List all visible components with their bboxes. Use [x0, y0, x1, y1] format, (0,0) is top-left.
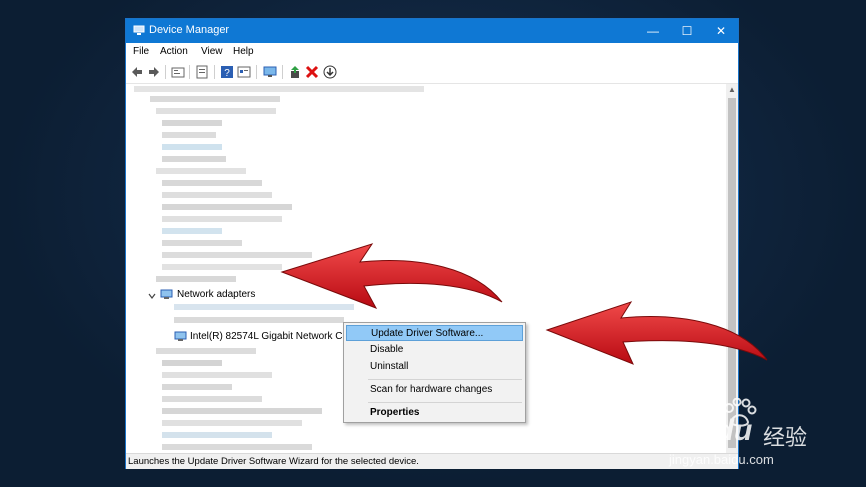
- blurred-tree-row: [134, 86, 424, 92]
- menu-file[interactable]: File: [133, 46, 149, 57]
- blurred-tree-row: [162, 228, 222, 234]
- network-card-icon: [174, 331, 187, 341]
- red-arrow-icon: [280, 243, 503, 309]
- baidu-brand-text: Baidu: [669, 414, 753, 447]
- blurred-tree-row: [162, 120, 222, 126]
- blurred-tree-row: [174, 317, 344, 323]
- red-arrow-icon: [545, 301, 768, 365]
- blurred-tree-row: [162, 204, 292, 210]
- blurred-tree-row: [162, 408, 322, 414]
- svg-text:?: ?: [224, 68, 230, 79]
- chevron-down-icon[interactable]: [148, 292, 156, 300]
- maximize-button[interactable]: ☐: [670, 19, 704, 43]
- toolbar-separator: [256, 65, 257, 79]
- scan-hardware-changes-menu-item[interactable]: Scan for hardware changes: [346, 382, 523, 398]
- baidu-cn-text: 经验: [763, 426, 808, 451]
- title-bar: Device Manager — ☐ ✕: [126, 19, 738, 43]
- blurred-tree-row: [156, 108, 276, 114]
- blurred-tree-row: [162, 240, 242, 246]
- update-driver-icon[interactable]: [288, 65, 302, 79]
- device-manager-app-icon: [133, 25, 145, 35]
- baidu-url-text: jingyan.baidu.com: [669, 452, 774, 467]
- disable-menu-item[interactable]: Disable: [346, 342, 523, 358]
- scroll-up-icon[interactable]: ▲: [726, 84, 738, 96]
- tree-view-icon[interactable]: [195, 65, 209, 79]
- window-title: Device Manager: [149, 24, 230, 36]
- blurred-tree-row: [156, 276, 236, 282]
- blurred-tree-row: [162, 360, 222, 366]
- blurred-tree-row: [162, 216, 282, 222]
- blurred-tree-row: [162, 156, 226, 162]
- context-menu: Update Driver Software... Disable Uninst…: [343, 322, 526, 423]
- menu-action[interactable]: Action: [160, 46, 188, 57]
- forward-arrow-icon[interactable]: [147, 65, 161, 79]
- blurred-tree-row: [162, 420, 302, 426]
- toolbar-separator: [189, 65, 190, 79]
- blurred-tree-row: [162, 372, 272, 378]
- menu-separator: [368, 379, 522, 380]
- uninstall-menu-item[interactable]: Uninstall: [346, 359, 523, 375]
- blurred-tree-row: [162, 132, 216, 138]
- blurred-tree-row: [162, 396, 262, 402]
- blurred-tree-row: [162, 144, 222, 150]
- properties-menu-item[interactable]: Properties: [346, 405, 523, 421]
- blurred-tree-row: [162, 180, 262, 186]
- menu-help[interactable]: Help: [233, 46, 254, 57]
- menu-separator: [368, 402, 522, 403]
- blurred-tree-row: [150, 96, 280, 102]
- blurred-tree-row: [162, 264, 282, 270]
- scan-download-icon[interactable]: [323, 65, 337, 79]
- properties-icon[interactable]: [171, 65, 185, 79]
- blurred-tree-row: [156, 348, 256, 354]
- status-bar: Launches the Update Driver Software Wiza…: [126, 453, 738, 469]
- toolbar-separator: [214, 65, 215, 79]
- baidu-watermark: Baidu 经验 jingyan.baidu.com: [665, 398, 865, 483]
- close-button[interactable]: ✕: [704, 19, 738, 43]
- status-text: Launches the Update Driver Software Wiza…: [128, 456, 419, 467]
- blurred-tree-row: [162, 432, 272, 438]
- network-adapter-icon: [160, 289, 173, 299]
- toolbar-separator: [165, 65, 166, 79]
- update-driver-software-menu-item[interactable]: Update Driver Software...: [346, 325, 523, 341]
- network-adapters-label[interactable]: Network adapters: [177, 289, 255, 300]
- toolbar-separator: [282, 65, 283, 79]
- monitor-icon[interactable]: [263, 65, 277, 79]
- menu-bar: File Action View Help: [126, 43, 738, 61]
- blurred-tree-row: [156, 168, 246, 174]
- back-arrow-icon[interactable]: [130, 65, 144, 79]
- blurred-tree-row: [162, 444, 312, 450]
- blurred-tree-row: [162, 384, 232, 390]
- toolbar: ?: [126, 61, 738, 84]
- scroll-thumb[interactable]: [728, 98, 736, 448]
- menu-view[interactable]: View: [201, 46, 223, 57]
- minimize-button[interactable]: —: [636, 19, 670, 43]
- blurred-tree-row: [162, 192, 272, 198]
- uninstall-x-icon[interactable]: [305, 65, 319, 79]
- help-icon[interactable]: ?: [220, 65, 234, 79]
- resources-icon[interactable]: [237, 65, 251, 79]
